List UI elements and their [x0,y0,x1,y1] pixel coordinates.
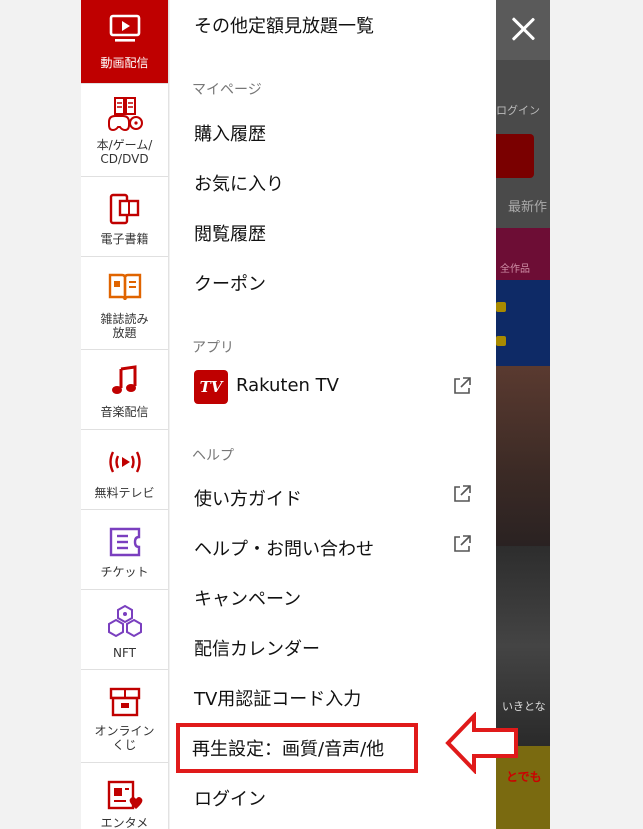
entertainment-heart-icon [107,780,142,810]
book-game-disc-icon [107,97,143,132]
menu-item-purchase-history[interactable]: 購入履歴 [194,120,266,146]
rail-item-label: 無料テレビ [94,486,155,500]
background-page-overlay: ログイン 最新作 全作品 いきとな とでも [496,0,550,829]
rail-item-label-line: 本/ゲーム/ [96,138,153,152]
music-note-icon [111,365,136,394]
rail-item-label: 雑誌読み 放題 [81,312,168,340]
rail-item-label: エンタメ [100,816,149,829]
rail-item-label: 本/ゲーム/ CD/DVD [81,138,168,166]
menu-item-login[interactable]: ログイン [194,785,266,811]
menu-item-subscription-list[interactable]: その他定額見放題一覧 [194,12,374,38]
bg-latest-tab: 最新作 [496,182,550,228]
rail-item-label: NFT [113,646,136,660]
menu-item-browsing-history[interactable]: 閲覧履歴 [194,220,266,246]
rail-item-magazines[interactable]: 雑誌読み 放題 [81,257,168,350]
rail-item-music[interactable]: 音楽配信 [81,350,168,430]
rail-item-label: 電子書籍 [100,232,149,246]
section-heading-help: ヘルプ [192,448,234,464]
category-rail: 動画配信 本/ゲーム/ CD/DVD 電子書籍 雑誌読み 放題 音楽配信 無料テ… [81,0,248,829]
bg-search-button [496,134,534,178]
bg-search-bar [496,130,550,182]
rail-item-free-tv[interactable]: 無料テレビ [81,430,168,510]
bg-all-works-tab: 全作品 [496,228,550,280]
rail-item-label-line: オンライン [94,724,155,738]
section-heading-app: アプリ [192,340,234,356]
menu-item-release-calendar[interactable]: 配信カレンダー [194,635,320,661]
broadcast-icon [108,451,141,473]
bg-login-text: ログイン [496,104,540,117]
external-link-icon[interactable] [452,376,472,396]
pointing-arrow-icon [445,712,518,774]
lottery-box-icon [109,687,140,717]
bg-banner-dot [496,336,506,346]
menu-item-coupons[interactable]: クーポン [194,270,266,296]
menu-item-tv-auth-code[interactable]: TV用認証コード入力 [194,685,361,711]
section-heading-mypage: マイページ [192,82,262,98]
rail-item-label: チケット [100,565,149,579]
close-menu-button[interactable] [508,14,538,44]
menu-item-campaigns[interactable]: キャンペーン [194,585,301,611]
rail-item-label: オンライン くじ [81,724,168,752]
menu-item-help-contact[interactable]: ヘルプ・お問い合わせ [194,535,374,561]
rail-item-tickets[interactable]: チケット [81,510,168,590]
rail-item-label-line: 放題 [112,326,137,340]
rail-item-label-line: 雑誌読み [100,312,149,326]
menu-item-favorites[interactable]: お気に入り [194,170,284,196]
rail-item-ebooks[interactable]: 電子書籍 [81,177,168,257]
external-link-icon[interactable] [452,534,472,554]
menu-item-rakuten-tv[interactable]: Rakuten TV [236,375,339,396]
ticket-icon [109,527,140,557]
nft-cubes-icon [107,604,142,638]
rail-item-label: 音楽配信 [100,405,149,419]
bg-banner [496,280,550,366]
bg-login-area: ログイン [496,60,550,130]
video-tv-icon [109,14,140,42]
bg-thumbnail [496,366,550,546]
rail-item-online-lottery[interactable]: オンライン くじ [81,670,168,763]
ebook-icon [109,193,139,225]
rail-item-label-line: くじ [112,738,137,752]
rail-item-nft[interactable]: NFT [81,590,168,670]
rail-item-label: 動画配信 [100,56,149,70]
rail-item-video[interactable]: 動画配信 [81,0,168,84]
magazine-icon [108,273,141,301]
bg-banner-dot [496,302,506,312]
menu-item-usage-guide[interactable]: 使い方ガイド [194,485,302,511]
external-link-icon[interactable] [452,484,472,504]
rail-item-entertainment[interactable]: エンタメ [81,763,168,829]
rakuten-tv-logo-icon: TV [194,370,228,404]
rail-item-books-games[interactable]: 本/ゲーム/ CD/DVD [81,84,168,177]
highlight-box [176,723,418,773]
drawer-menu: その他定額見放題一覧 マイページ 購入履歴 お気に入り 閲覧履歴 クーポン アプ… [170,0,496,829]
rail-item-label-line: CD/DVD [100,152,149,166]
